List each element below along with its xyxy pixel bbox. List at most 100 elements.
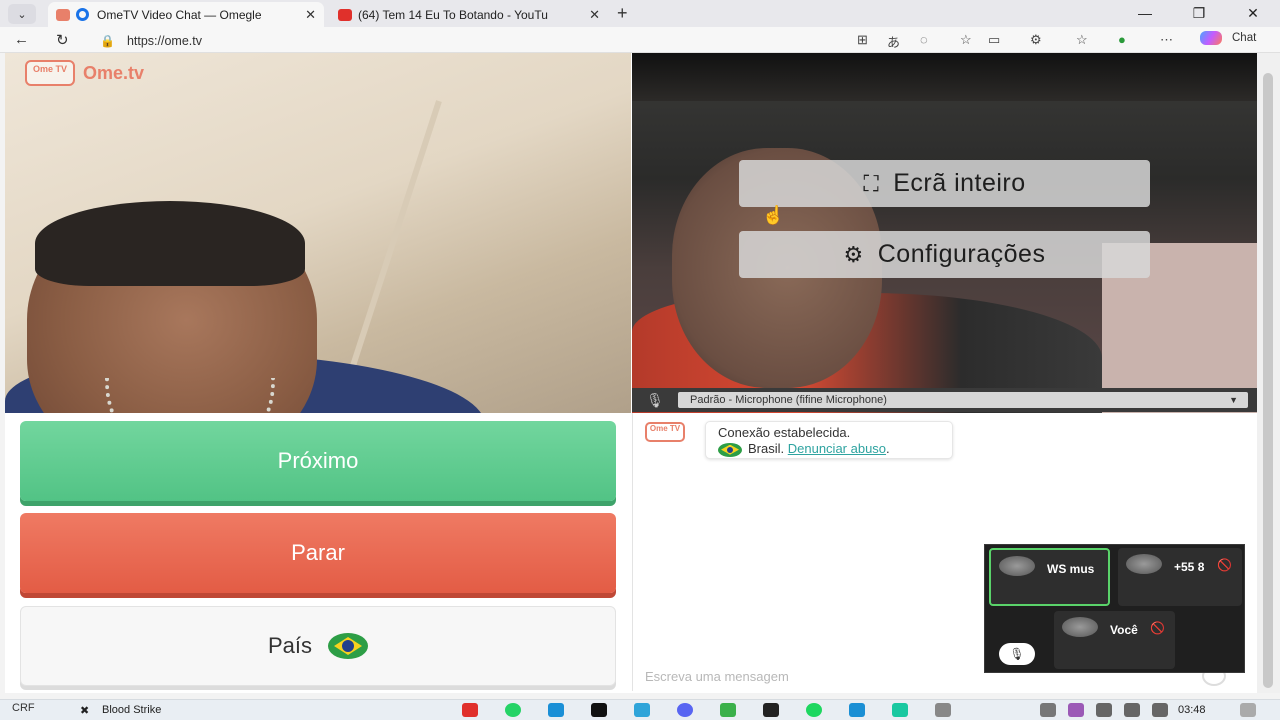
local-video [5,53,631,413]
blood-strike-icon: ✖ [80,705,90,717]
copilot-chat-button[interactable]: Chat [1200,31,1256,45]
volume-icon[interactable] [1124,703,1140,717]
ometv-favicon-icon [56,8,70,21]
background-shelf [632,53,1257,101]
tray-icon[interactable] [1068,703,1084,717]
close-tab-icon[interactable]: ✕ [589,7,600,23]
settings-button[interactable]: ⚙ Configurações [739,231,1150,278]
tab-youtube[interactable]: (64) Tem 14 Eu To Botando - YouTu ✕ [330,2,608,27]
favorites-icon[interactable]: ☆ [1076,32,1088,48]
site-info-icon[interactable]: 🔒 [100,34,115,48]
settings-label: Configurações [877,240,1046,268]
person-hair [35,201,305,286]
dropdown-arrow-icon: ▼ [1229,395,1238,405]
close-window-button[interactable]: ✕ [1226,0,1280,27]
muted-mic-icon: 🚫 [1150,621,1165,635]
report-suffix: . [886,441,890,456]
edge-icon[interactable] [849,703,865,717]
more-menu-icon[interactable]: ⋯ [1160,32,1173,48]
ometv-chat-avatar-icon: Ome TV [645,422,685,442]
windows-taskbar: CRF ✖ Blood Strike 03:48 [0,699,1280,720]
extensions-icon[interactable]: ⚙ [1030,32,1042,48]
gear-icon: ⚙ [843,241,864,267]
notification-icon[interactable] [1240,703,1256,717]
minimize-button[interactable]: — [1118,0,1172,27]
avatar [1126,554,1162,574]
tab-title: OmeTV Video Chat — Omegle [97,7,262,22]
logo-text: Ome.tv [83,62,145,83]
tiktok-icon[interactable] [591,703,607,717]
microphone-select[interactable]: Padrão - Microphone (fifine Microphone) … [678,392,1248,408]
url-text: https://ome.tv [126,33,202,48]
system-message: Conexão estabelecida. Brasil. Denunciar … [705,421,953,459]
browser-tab-bar: ⌄ OmeTV Video Chat — Omegle ✕ (64) Tem 1… [0,0,1280,27]
fullscreen-button[interactable]: ⛶ Ecrã inteiro [739,160,1150,207]
translate-icon[interactable]: あ [887,32,900,51]
discord-icon[interactable] [677,703,693,717]
tab-title: (64) Tem 14 Eu To Botando - YouTu [358,7,548,22]
ometv-tv-icon: Ome TV [25,60,75,86]
country-name: Brasil. [748,441,785,456]
new-tab-button[interactable]: + [617,3,628,24]
brazil-flag-icon [328,633,369,659]
mic-toggle-button[interactable]: 🎙 [999,643,1035,665]
avatar [1062,617,1098,637]
chat-label: Chat [1232,32,1257,44]
message-input[interactable]: Escreva uma mensagem [645,669,789,684]
participant-tile-self[interactable]: Você 🚫 [1054,611,1175,669]
next-button[interactable]: Próximo [20,421,616,501]
app-icon[interactable] [720,703,736,717]
participant-tile[interactable]: WS mus [989,548,1110,606]
whatsapp-icon[interactable] [505,703,521,717]
chain-necklace [105,378,275,413]
scrollbar-thumb[interactable] [1263,73,1273,688]
brave-icon[interactable] [462,703,478,717]
country-label: País [267,633,313,658]
clock[interactable]: 03:48 [1178,704,1206,716]
spotify-icon[interactable] [806,703,822,717]
app-icon[interactable] [548,703,564,717]
wifi-icon[interactable] [1096,703,1112,717]
fullscreen-icon: ⛶ [863,170,880,196]
system-message-line2: Brasil. Denunciar abuso. [718,441,940,457]
participant-tile[interactable]: +55 8 🚫 [1118,548,1242,606]
tray-icon[interactable] [1040,703,1056,717]
system-message-line1: Conexão estabelecida. [718,425,851,440]
tab-ometv[interactable]: OmeTV Video Chat — Omegle ✕ [48,2,324,27]
stop-button[interactable]: Parar [20,513,616,593]
close-tab-icon[interactable]: ✕ [305,7,316,23]
hand-cursor-icon: ☝ [762,205,785,225]
more-tools-icon[interactable]: ◌ [920,32,928,47]
address-field[interactable]: 🔒 https://ome.tv [92,30,847,51]
copilot-icon [1200,31,1222,45]
avatar [999,556,1035,576]
app-icon[interactable] [892,703,908,717]
brazil-flag-icon [718,442,742,457]
microphone-bar: 🎙 Padrão - Microphone (fifine Microphone… [632,388,1257,412]
participant-name: WS mus [1047,562,1095,576]
address-toolbar: ← ↻ 🔒 https://ome.tv ⊞ あ ◌ ☆ ▭ ⚙ ☆ ● ⋯ C… [0,27,1280,53]
muted-mic-icon: 🚫 [1217,558,1232,572]
tab-actions-menu-button[interactable]: ⌄ [8,4,36,24]
country-button[interactable]: País [20,606,616,686]
participant-name: +55 8 [1174,560,1205,574]
favorite-star-icon[interactable]: ☆ [960,32,972,48]
back-arrow-icon[interactable]: ← [14,31,29,48]
ometv-logo[interactable]: Ome TV Ome.tv [25,60,144,86]
app-icon[interactable] [935,703,951,717]
app-available-icon[interactable]: ⊞ [857,32,868,48]
restore-button[interactable]: ❐ [1172,0,1226,27]
refresh-icon[interactable]: ↻ [56,31,69,49]
camera-in-use-icon[interactable]: ▭ [988,32,1000,48]
app-icon[interactable] [634,703,650,717]
youtube-favicon-icon [338,8,352,21]
microphone-icon: 🎙 [646,391,664,408]
weather-widget[interactable]: CRF [12,702,35,714]
battery-icon[interactable] [1152,703,1168,717]
window-controls: — ❐ ✕ [1118,0,1280,27]
app-label[interactable]: Blood Strike [102,704,161,716]
app-icon[interactable] [763,703,779,717]
page-scrollbar[interactable] [1257,53,1280,693]
report-abuse-link[interactable]: Denunciar abuso [788,441,886,456]
profile-icon[interactable]: ● [1118,32,1126,47]
